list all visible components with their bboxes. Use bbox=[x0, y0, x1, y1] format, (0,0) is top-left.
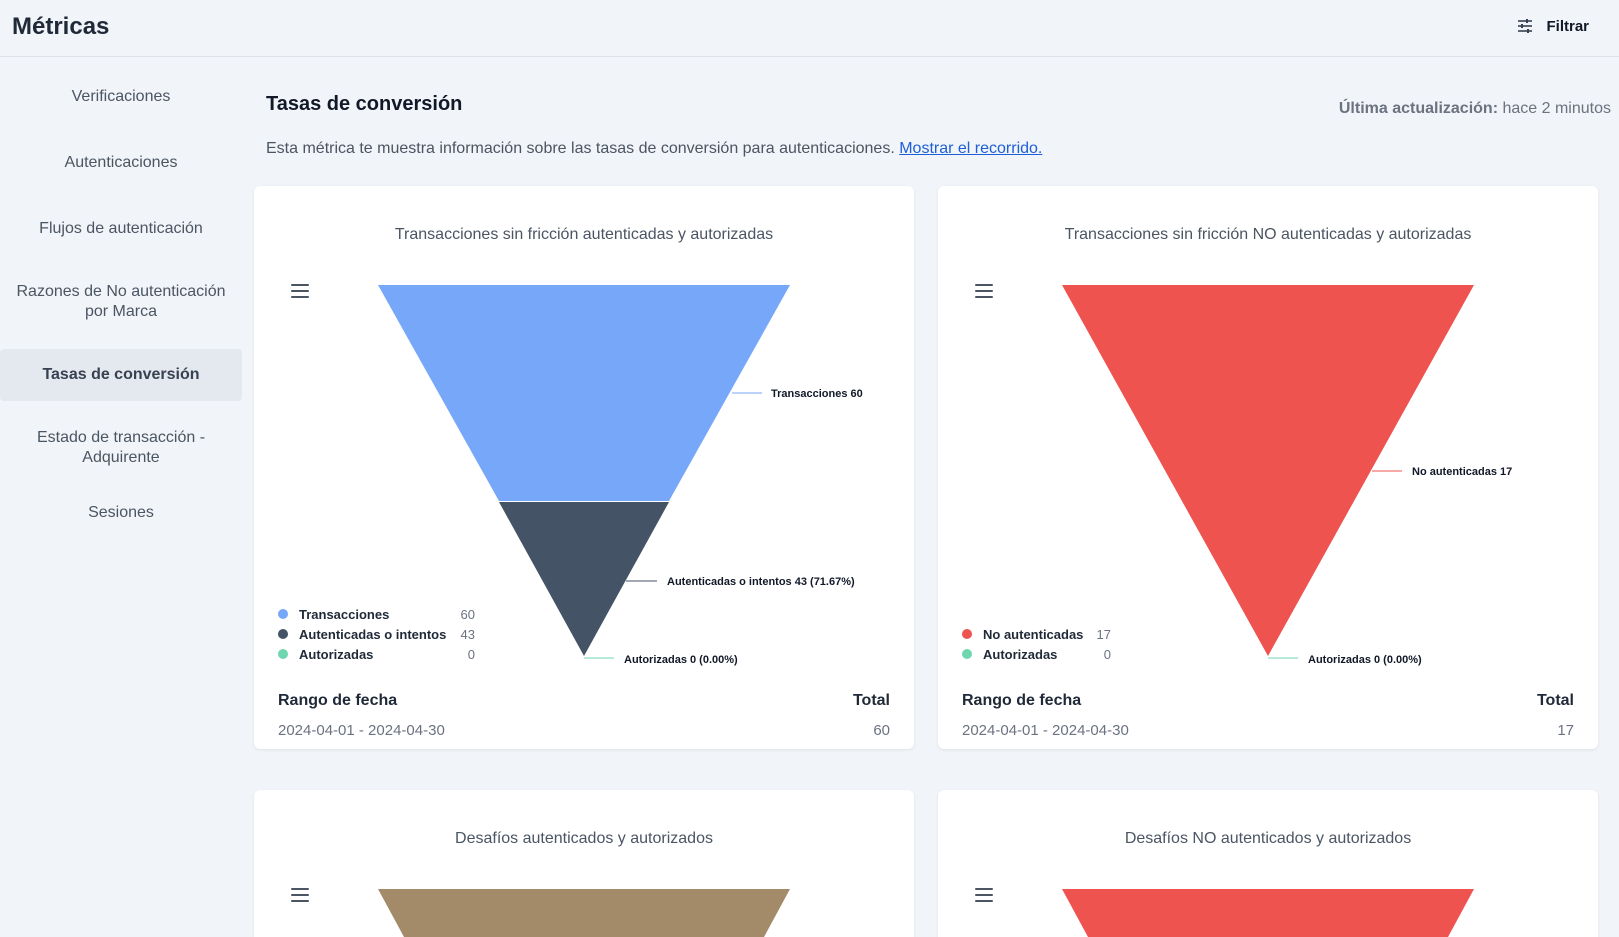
legend-dot bbox=[278, 609, 288, 619]
chart-legend: Transacciones 60 Autenticadas o intentos… bbox=[278, 604, 475, 664]
date-range-label: Rango de fecha bbox=[962, 692, 1082, 709]
total-value: 17 bbox=[1557, 722, 1574, 739]
sidebar-nav: Verificaciones Autenticaciones Flujos de… bbox=[0, 76, 242, 534]
legend-dot bbox=[278, 649, 288, 659]
funnel-card-2: Transacciones sin fricción NO autenticad… bbox=[938, 186, 1598, 749]
funnel-segment-top bbox=[378, 889, 790, 937]
funnel-card-4: Desafíos NO autenticados y autorizados bbox=[938, 790, 1598, 937]
last-update-label: Última actualización: bbox=[1338, 100, 1499, 117]
last-update: Última actualización: hace 2 minutos bbox=[1339, 100, 1611, 118]
legend-item[interactable]: Transacciones 60 bbox=[278, 604, 475, 624]
legend-item[interactable]: Autenticadas o intentos 43 bbox=[278, 624, 475, 644]
legend-item[interactable]: Autorizadas 0 bbox=[962, 644, 1111, 664]
sliders-icon bbox=[1518, 19, 1533, 33]
app-title: Métricas bbox=[12, 13, 110, 40]
data-label: No autenticadas 17 bbox=[1412, 466, 1512, 478]
funnel-chart-1: Transacciones 60 Autenticadas o intentos… bbox=[378, 285, 863, 666]
tour-link[interactable]: Mostrar el recorrido. bbox=[899, 140, 1042, 157]
data-label: Autenticadas o intentos 43 (71.67%) bbox=[667, 576, 855, 588]
sidebar-item-flujos[interactable]: Flujos de autenticación bbox=[0, 208, 242, 250]
legend-item[interactable]: No autenticadas 17 bbox=[962, 624, 1111, 644]
legend-dot bbox=[962, 649, 972, 659]
funnel-segment-top bbox=[1062, 889, 1474, 937]
funnel-card-1: Transacciones sin fricción autenticadas … bbox=[254, 186, 914, 749]
funnel-chart-2: No autenticadas 17 Autorizadas 0 (0.00%) bbox=[1062, 285, 1512, 666]
legend-dot bbox=[278, 629, 288, 639]
legend-item[interactable]: Autorizadas 0 bbox=[278, 644, 475, 664]
funnel-segment-autenticadas bbox=[499, 502, 669, 656]
last-update-value: hace 2 minutos bbox=[1502, 100, 1611, 117]
date-range-value: 2024-04-01 - 2024-04-30 bbox=[278, 722, 445, 739]
description: Esta métrica te muestra información sobr… bbox=[266, 140, 1042, 158]
sidebar-item-razones[interactable]: Razones de No autenticación por Marca bbox=[0, 274, 242, 330]
section-title: Tasas de conversión bbox=[266, 93, 463, 115]
total-label: Total bbox=[1536, 692, 1574, 709]
sidebar-item-estado-transaccion[interactable]: Estado de transacción - Adquirente bbox=[0, 420, 242, 476]
funnel-segment-transacciones bbox=[378, 285, 790, 501]
chart-legend: No autenticadas 17 Autorizadas 0 bbox=[962, 624, 1111, 664]
sidebar-item-verificaciones[interactable]: Verificaciones bbox=[0, 76, 242, 118]
funnel-chart-4 bbox=[1062, 889, 1474, 937]
description-text: Esta métrica te muestra información sobr… bbox=[266, 140, 895, 157]
total-label: Total bbox=[852, 692, 890, 709]
funnel-chart-3 bbox=[378, 889, 790, 937]
date-range-label: Rango de fecha bbox=[278, 692, 398, 709]
sidebar-item-tasas-conversion[interactable]: Tasas de conversión bbox=[0, 349, 242, 401]
data-label: Autorizadas 0 (0.00%) bbox=[624, 654, 738, 666]
sidebar-item-autenticaciones[interactable]: Autenticaciones bbox=[0, 142, 242, 184]
filter-label: Filtrar bbox=[1546, 17, 1589, 35]
data-label: Transacciones 60 bbox=[771, 388, 863, 400]
date-range-value: 2024-04-01 - 2024-04-30 bbox=[962, 722, 1129, 739]
top-bar: Métricas Filtrar bbox=[0, 0, 1619, 57]
sidebar-item-sesiones[interactable]: Sesiones bbox=[0, 492, 242, 534]
funnel-card-3: Desafíos autenticados y autorizados bbox=[254, 790, 914, 937]
legend-dot bbox=[962, 629, 972, 639]
filter-button[interactable]: Filtrar bbox=[1516, 17, 1589, 35]
total-value: 60 bbox=[873, 722, 890, 739]
data-label: Autorizadas 0 (0.00%) bbox=[1308, 654, 1422, 666]
